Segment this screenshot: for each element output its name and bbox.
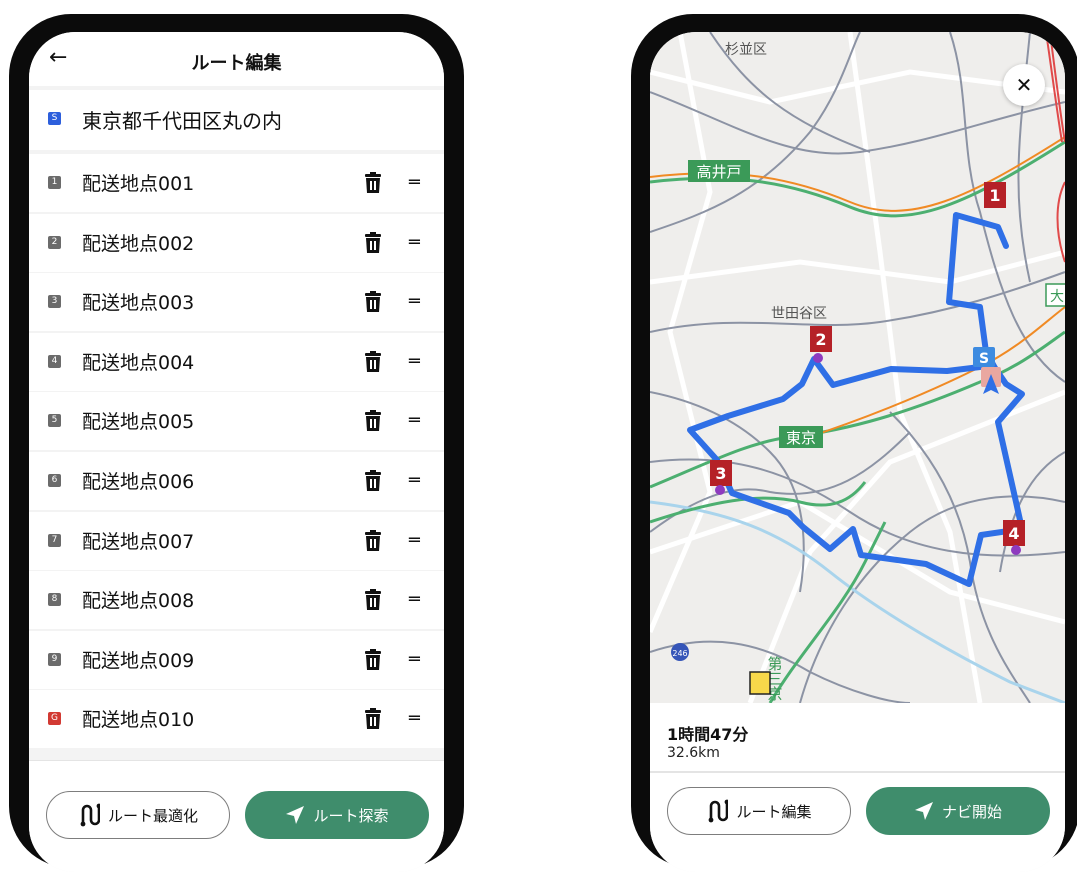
waypoint-label: 配送地点001 (82, 173, 195, 195)
navigation-arrow-icon (286, 806, 305, 824)
route-shield-246-label: 246 (672, 649, 687, 658)
drag-handle-icon[interactable]: ═ (409, 292, 427, 312)
route-distance: 32.6km (667, 745, 720, 761)
drag-handle-icon[interactable]: ═ (409, 530, 427, 551)
trash-icon[interactable] (363, 231, 383, 254)
place-label-takaido: 高井戸 (696, 164, 741, 181)
waypoint-label: 配送地点006 (82, 471, 195, 493)
route-icon (709, 799, 729, 823)
edit-route-button[interactable]: ルート編集 (667, 787, 851, 835)
waypoint-marker-2[interactable]: 2 (810, 326, 832, 363)
waypoint-row[interactable]: 6 配送地点006 ═ (29, 452, 444, 510)
page-title: ルート編集 (191, 53, 282, 74)
route-summary: 1時間47分 32.6km (650, 703, 1065, 772)
navigation-arrow-icon (914, 802, 933, 820)
waypoint-badge: G (48, 712, 61, 726)
place-label-setagaya: 世田谷区 (771, 305, 827, 321)
drag-handle-icon[interactable]: ═ (409, 471, 427, 491)
minor-roads (650, 32, 1065, 704)
waypoint-badge: 8 (48, 593, 61, 607)
map-screen: S 1 2 3 4 杉並区 高井戸 世田谷区 東京 大 第三京 246 ✕ 1時… (650, 32, 1065, 872)
start-point-row[interactable]: S 東京都千代田区丸の内 (29, 90, 444, 150)
waypoint-row[interactable]: 9 配送地点009 ═ (29, 630, 444, 689)
trash-icon[interactable] (363, 291, 383, 313)
place-label-dai: 大 (1050, 288, 1064, 304)
waypoint-label: 配送地点004 (82, 351, 195, 374)
optimize-route-button[interactable]: ルート最適化 (46, 791, 230, 839)
drag-handle-icon[interactable]: ═ (409, 232, 427, 253)
waypoint-badge: 4 (48, 354, 61, 368)
start-badge: S (48, 112, 61, 125)
waypoint-label: 配送地点007 (82, 530, 195, 553)
route-icon (80, 803, 100, 827)
waypoint-badge: 5 (48, 414, 61, 428)
route-map[interactable]: S 1 2 3 4 杉並区 高井戸 世田谷区 東京 大 第三京 246 ✕ (650, 32, 1065, 705)
waypoint-label: 配送地点008 (82, 590, 195, 613)
close-button[interactable]: ✕ (1003, 64, 1045, 106)
marker-3-label: 3 (715, 464, 726, 483)
route-duration: 1時間47分 (667, 725, 749, 744)
edit-route-label: ルート編集 (736, 802, 812, 821)
marker-2-label: 2 (815, 330, 826, 349)
waypoint-badge: 7 (48, 533, 61, 547)
station-icon (749, 671, 771, 695)
drag-handle-icon[interactable]: ═ (409, 590, 427, 610)
trash-icon[interactable] (363, 708, 383, 730)
close-icon: ✕ (1015, 73, 1033, 97)
waypoint-label: 配送地点002 (82, 232, 195, 255)
drag-handle-icon[interactable]: ═ (409, 351, 427, 372)
waypoint-row[interactable]: 7 配送地点007 ═ (29, 511, 444, 570)
waypoint-marker-1[interactable]: 1 (984, 182, 1006, 208)
drag-handle-icon[interactable]: ═ (409, 649, 427, 670)
header: ← ルート編集 (29, 32, 444, 86)
waypoint-marker-4[interactable]: 4 (1003, 520, 1025, 555)
waypoint-label: 配送地点003 (82, 292, 195, 315)
waypoint-row[interactable]: G 配送地点010 ═ (29, 690, 444, 749)
start-navigation-button[interactable]: ナビ開始 (866, 787, 1050, 835)
start-marker-text: S (979, 351, 989, 367)
drag-handle-icon[interactable]: ═ (409, 173, 427, 193)
trash-icon[interactable] (363, 589, 383, 611)
marker-4-label: 4 (1008, 524, 1019, 543)
waypoint-badge: 1 (48, 176, 61, 189)
waypoint-label: 配送地点005 (82, 411, 195, 434)
trash-icon[interactable] (363, 648, 383, 671)
marker-1-label: 1 (989, 186, 1000, 205)
map-bottom-action-bar: ルート編集 ナビ開始 (650, 772, 1065, 872)
phone-right: S 1 2 3 4 杉並区 高井戸 世田谷区 東京 大 第三京 246 ✕ 1時… (631, 14, 1077, 872)
waypoint-row[interactable]: 2 配送地点002 ═ (29, 213, 444, 272)
optimize-route-label: ルート最適化 (107, 806, 198, 825)
drag-handle-icon[interactable]: ═ (409, 709, 427, 729)
phone-left: ← ルート編集 S 東京都千代田区丸の内 1 配送地点001 ═ 2 配送地点002 ═ 3… (9, 14, 464, 872)
start-point-label: 東京都千代田区丸の内 (82, 109, 282, 133)
waypoint-badge: 2 (48, 235, 61, 249)
trash-icon[interactable] (363, 529, 383, 552)
trash-icon[interactable] (363, 470, 383, 492)
trash-icon[interactable] (363, 350, 383, 373)
trash-icon[interactable] (363, 410, 383, 432)
waypoint-label: 配送地点009 (82, 649, 195, 672)
waypoint-badge: 6 (48, 474, 61, 487)
place-label-suginami: 杉並区 (725, 41, 767, 57)
waypoint-row[interactable]: 1 配送地点001 ═ (29, 154, 444, 212)
waypoint-badge: 9 (48, 652, 61, 666)
waypoint-row[interactable]: 8 配送地点008 ═ (29, 571, 444, 630)
bottom-action-bar: ルート最適化 ルート探索 (29, 760, 444, 872)
route-edit-screen: ← ルート編集 S 東京都千代田区丸の内 1 配送地点001 ═ 2 配送地点002 ═ 3… (29, 32, 444, 872)
arterial-roads (650, 32, 1065, 704)
waypoint-row[interactable]: 5 配送地点005 ═ (29, 392, 444, 451)
search-route-label: ルート探索 (313, 806, 389, 825)
highway-red-2 (1045, 32, 1063, 143)
map-canvas: S 1 2 3 4 杉並区 高井戸 世田谷区 東京 大 第三京 246 (650, 32, 1065, 705)
start-navigation-label: ナビ開始 (941, 802, 1002, 821)
waypoint-badge: 3 (48, 295, 61, 309)
trash-icon[interactable] (363, 172, 383, 194)
search-route-button[interactable]: ルート探索 (245, 791, 429, 839)
waypoint-row[interactable]: 4 配送地点004 ═ (29, 332, 444, 391)
place-label-tokyo: 東京 (786, 430, 816, 447)
waypoint-label: 配送地点010 (82, 709, 195, 732)
highway-red (1049, 32, 1065, 143)
drag-handle-icon[interactable]: ═ (409, 411, 427, 431)
waypoint-row[interactable]: 3 配送地点003 ═ (29, 273, 444, 332)
